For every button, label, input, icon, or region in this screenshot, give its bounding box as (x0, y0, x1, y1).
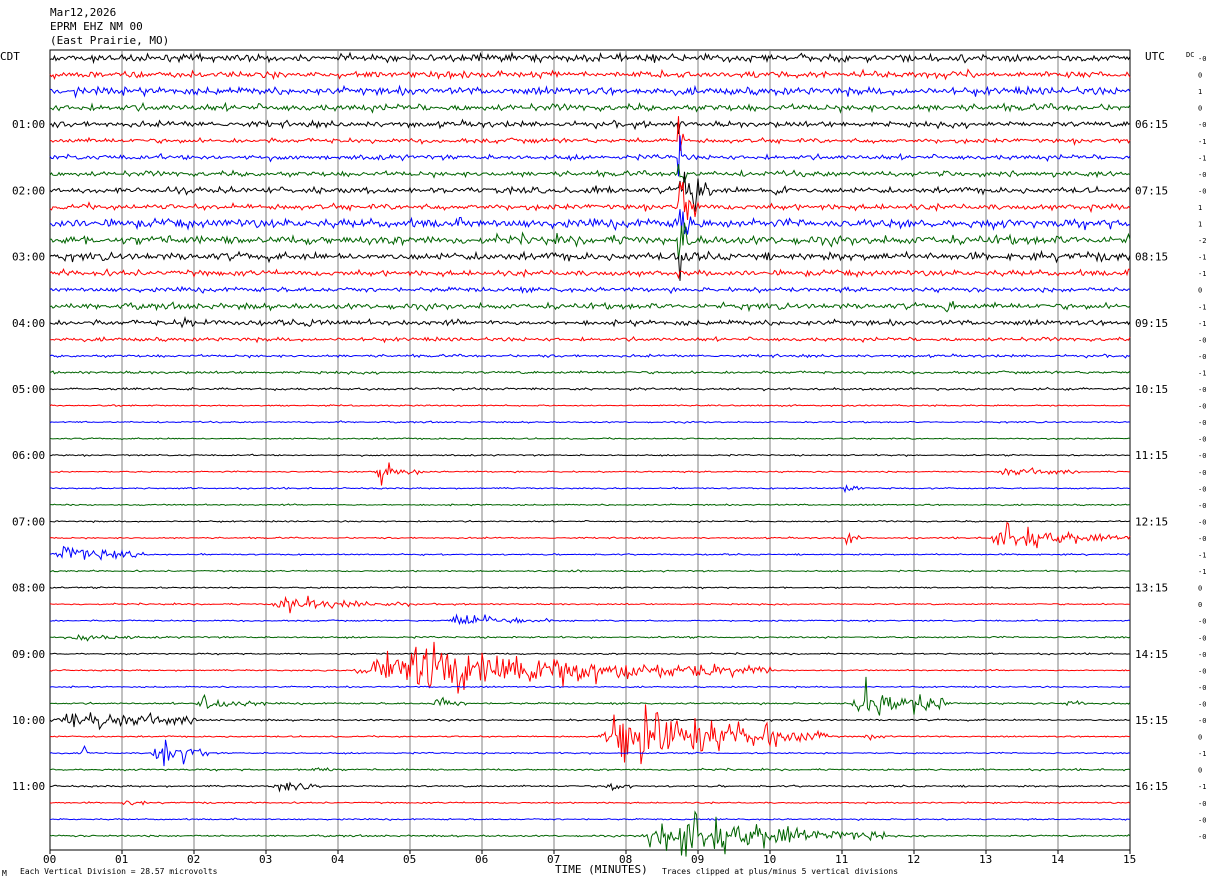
dc-value: -0 (1198, 684, 1206, 692)
corner-mark: M (2, 869, 7, 878)
left-hour-label: 02:00 (12, 184, 45, 197)
dc-value: -0 (1198, 651, 1206, 659)
dc-value: 1 (1198, 221, 1202, 229)
right-timezone: UTC (1145, 50, 1165, 63)
right-hour-label: 06:15 (1135, 118, 1168, 131)
dc-value: -0 (1198, 452, 1206, 460)
dc-value: -0 (1198, 833, 1206, 841)
dc-value: -1 (1198, 270, 1206, 278)
right-hour-label: 10:15 (1135, 383, 1168, 396)
dc-value: 0 (1198, 734, 1202, 742)
right-hour-label: 08:15 (1135, 251, 1168, 264)
dc-value: 1 (1198, 88, 1202, 96)
x-tick-label: 01 (115, 853, 128, 866)
dc-value: -1 (1198, 303, 1206, 311)
dc-value: -0 (1198, 469, 1206, 477)
header-station: EPRM EHZ NM 00 (50, 20, 143, 33)
x-tick-label: 05 (403, 853, 416, 866)
dc-value: -0 (1198, 485, 1206, 493)
x-tick-label: 12 (907, 853, 920, 866)
dc-value: -0 (1198, 386, 1206, 394)
clip-note: Traces clipped at plus/minus 5 vertical … (662, 867, 898, 876)
dc-value: -1 (1198, 568, 1206, 576)
dc-label: DC (1186, 51, 1194, 59)
x-tick-label: 13 (979, 853, 992, 866)
right-hour-label: 12:15 (1135, 515, 1168, 528)
dc-value: -0 (1198, 353, 1206, 361)
dc-value: -0 (1198, 717, 1206, 725)
dc-value: -0 (1198, 700, 1206, 708)
dc-value: -0 (1198, 535, 1206, 543)
left-hour-label: 10:00 (12, 714, 45, 727)
dc-value: -1 (1198, 783, 1206, 791)
dc-value: -1 (1198, 320, 1206, 328)
x-tick-label: 00 (43, 853, 56, 866)
left-hour-label: 04:00 (12, 317, 45, 330)
dc-value: -0 (1198, 634, 1206, 642)
dc-value: -0 (1198, 419, 1206, 427)
left-hour-label: 11:00 (12, 780, 45, 793)
dc-value: -0 (1198, 518, 1206, 526)
dc-value: 0 (1198, 72, 1202, 80)
dc-value: -0 (1198, 55, 1206, 63)
dc-value: -1 (1198, 750, 1206, 758)
dc-value: -0 (1198, 436, 1206, 444)
dc-value: -1 (1198, 369, 1206, 377)
dc-value: -0 (1198, 187, 1206, 195)
dc-value: 0 (1198, 767, 1202, 775)
x-tick-label: 09 (691, 853, 704, 866)
helicorder-plot: Mar12,2026 EPRM EHZ NM 00 (East Prairie,… (0, 0, 1210, 886)
x-tick-label: 04 (331, 853, 345, 866)
x-tick-label: 06 (475, 853, 488, 866)
x-tick-label: 10 (763, 853, 776, 866)
right-hour-label: 11:15 (1135, 449, 1168, 462)
dc-value: -0 (1198, 336, 1206, 344)
dc-value: 0 (1198, 585, 1202, 593)
header-location: (East Prairie, MO) (50, 34, 169, 47)
left-hour-label: 05:00 (12, 383, 45, 396)
left-timezone: CDT (0, 50, 20, 63)
scale-note: Each Vertical Division = 28.57 microvolt… (20, 867, 218, 876)
dc-value: -1 (1198, 552, 1206, 560)
dc-value: -0 (1198, 502, 1206, 510)
dc-value: 0 (1198, 105, 1202, 113)
dc-value: 0 (1198, 287, 1202, 295)
dc-value: -0 (1198, 667, 1206, 675)
dc-value: -0 (1198, 403, 1206, 411)
dc-value: -0 (1198, 618, 1206, 626)
right-hour-label: 09:15 (1135, 317, 1168, 330)
right-hour-label: 14:15 (1135, 648, 1168, 661)
header-date: Mar12,2026 (50, 6, 116, 19)
x-tick-label: 15 (1123, 853, 1136, 866)
x-tick-label: 02 (187, 853, 200, 866)
x-axis-title: TIME (MINUTES) (555, 863, 648, 876)
left-hour-label: 03:00 (12, 251, 45, 264)
x-tick-label: 03 (259, 853, 272, 866)
right-hour-label: 13:15 (1135, 582, 1168, 595)
x-tick-label: 11 (835, 853, 848, 866)
dc-value: -0 (1198, 121, 1206, 129)
left-hour-label: 09:00 (12, 648, 45, 661)
dc-value: 1 (1198, 204, 1202, 212)
dc-value: -2 (1198, 237, 1206, 245)
dc-value: -1 (1198, 154, 1206, 162)
dc-value: -1 (1198, 254, 1206, 262)
dc-value: -0 (1198, 171, 1206, 179)
left-hour-label: 06:00 (12, 449, 45, 462)
left-hour-label: 01:00 (12, 118, 45, 131)
right-hour-label: 07:15 (1135, 184, 1168, 197)
left-hour-label: 07:00 (12, 515, 45, 528)
x-tick-label: 14 (1051, 853, 1065, 866)
right-hour-label: 16:15 (1135, 780, 1168, 793)
right-hour-label: 15:15 (1135, 714, 1168, 727)
dc-value: 0 (1198, 601, 1202, 609)
dc-value: -1 (1198, 138, 1206, 146)
dc-value: -0 (1198, 816, 1206, 824)
dc-value: -0 (1198, 800, 1206, 808)
left-hour-label: 08:00 (12, 582, 45, 595)
